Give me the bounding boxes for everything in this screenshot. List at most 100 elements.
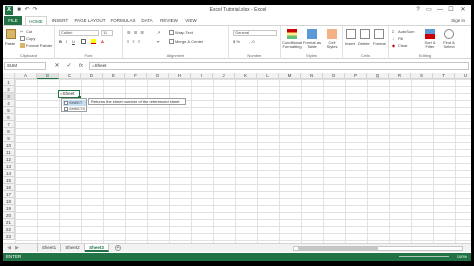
cell-styles-button[interactable]: Cell Styles (323, 41, 341, 49)
row-header-10[interactable]: 10 (3, 142, 15, 149)
tab-home[interactable]: HOME (25, 16, 47, 25)
vertical-align-buttons[interactable]: ☰ ☰ ☰ (127, 30, 145, 35)
tab-formulas[interactable]: FORMULAS (109, 16, 137, 25)
row-header-19[interactable]: 19 (3, 205, 15, 212)
row-header-3[interactable]: 3 (3, 93, 15, 100)
number-label: Number (247, 53, 262, 58)
autosum-label: AutoSum (398, 29, 415, 34)
border-button[interactable] (81, 39, 87, 45)
sign-in-link[interactable]: Sign in (451, 16, 465, 25)
find-select-button[interactable]: Find & Select (439, 41, 459, 49)
font-name-select[interactable]: Calibri (59, 30, 99, 36)
insert-button[interactable]: Insert (345, 41, 355, 46)
row-header-18[interactable]: 18 (3, 198, 15, 205)
row-header-12[interactable]: 12 (3, 156, 15, 163)
zoom-slider[interactable] (399, 256, 449, 257)
bold-button[interactable]: B (59, 39, 62, 44)
row-header-14[interactable]: 14 (3, 170, 15, 177)
minimize-button[interactable]: — (435, 6, 445, 14)
row-header-15[interactable]: 15 (3, 177, 15, 184)
spreadsheet-grid: ABCDEFGHIJKLMNOPQRSTU 1 2 3 4 5 6 7 8 9 10 11 12 13 1… (3, 73, 471, 243)
ribbon-display-button[interactable]: ▭ (424, 6, 434, 14)
redo-icon[interactable]: ↷ (32, 7, 38, 13)
next-sheet-icon[interactable]: ▶ (14, 245, 20, 251)
conditional-formatting-button[interactable]: Conditional Formatting (282, 41, 302, 49)
cancel-icon[interactable]: ✕ (53, 62, 61, 70)
tab-review[interactable]: REVIEW (158, 16, 180, 25)
format-as-table-button[interactable]: Format as Table (302, 41, 322, 49)
row-header-16[interactable]: 16 (3, 184, 15, 191)
sheet-tab-bar: ◀ ▶ Sheet1 Sheet2 Sheet3 + (3, 243, 471, 252)
function-autocomplete: SHEET SHEETS (61, 98, 87, 112)
font-size-select[interactable]: 11 (101, 30, 113, 36)
scrollbar-thumb[interactable] (298, 247, 378, 250)
active-cell-b3[interactable]: =Sheet (58, 90, 81, 99)
tab-file[interactable]: FILE (4, 16, 22, 25)
format-painter-button[interactable]: Format Painter (20, 43, 52, 49)
font-color-button[interactable]: A (101, 39, 104, 44)
row-header-2[interactable]: 2 (3, 86, 15, 93)
horizontal-scrollbar[interactable] (293, 246, 463, 251)
tab-view[interactable]: VIEW (183, 16, 199, 25)
delete-button[interactable]: Delete (358, 41, 370, 46)
cut-button[interactable]: ✂ Cut (20, 29, 32, 34)
enter-icon[interactable]: ✓ (65, 62, 73, 70)
tab-page-layout[interactable]: PAGE LAYOUT (73, 16, 107, 25)
sheet-tab-sheet1[interactable]: Sheet1 (37, 244, 61, 252)
comma-button[interactable]: , .0 (249, 39, 255, 44)
wrap-text-button[interactable]: Wrap Text (169, 30, 193, 36)
sort-filter-button[interactable]: Sort & Filter (422, 41, 438, 49)
function-tooltip: Returns the sheet number of the referenc… (88, 98, 186, 105)
row-header-13[interactable]: 13 (3, 163, 15, 170)
name-box[interactable]: SUM (4, 62, 46, 70)
autosum-button[interactable]: Σ AutoSum (392, 29, 414, 34)
maximize-button[interactable]: ☐ (446, 6, 456, 14)
paste-button[interactable]: Paste (5, 41, 15, 46)
copy-button[interactable]: Copy (20, 36, 35, 42)
cells-label: Cells (361, 53, 370, 58)
row-header-21[interactable]: 21 (3, 219, 15, 226)
row-header-22[interactable]: 22 (3, 226, 15, 233)
row-header-11[interactable]: 11 (3, 149, 15, 156)
underline-button[interactable]: U (72, 39, 75, 44)
row-header-8[interactable]: 8 (3, 128, 15, 135)
currency-button[interactable]: $ % (233, 39, 240, 44)
row-header-9[interactable]: 9 (3, 135, 15, 142)
merge-center-label: Merge & Center (175, 39, 204, 44)
help-button[interactable]: ? (413, 6, 423, 14)
row-header-4[interactable]: 4 (3, 100, 15, 107)
row-header-17[interactable]: 17 (3, 191, 15, 198)
formula-input[interactable]: =Sheet (89, 62, 469, 70)
undo-icon[interactable]: ↶ (24, 7, 30, 13)
orientation-button[interactable]: ↗ (157, 30, 163, 35)
row-header-1[interactable]: 1 (3, 79, 15, 86)
excel-logo-icon: X (5, 6, 13, 15)
row-header-7[interactable]: 7 (3, 121, 15, 128)
insert-function-icon[interactable]: fx (77, 62, 85, 70)
row-header-23[interactable]: 23 (3, 233, 15, 240)
fill-button[interactable]: ↓ Fill (392, 36, 403, 41)
row-header-20[interactable]: 20 (3, 212, 15, 219)
row-header-6[interactable]: 6 (3, 114, 15, 121)
add-sheet-button[interactable]: + (115, 245, 121, 251)
indent-buttons[interactable]: ⇤ (157, 39, 163, 44)
zoom-level[interactable]: 100% (457, 253, 467, 261)
autocomplete-item-sheets[interactable]: SHEETS (63, 106, 86, 112)
tab-insert[interactable]: INSERT (49, 16, 71, 25)
sheet-tab-sheet2[interactable]: Sheet2 (61, 244, 85, 252)
number-format-select[interactable]: General (233, 30, 277, 36)
merge-center-button[interactable]: Merge & Center (169, 39, 204, 45)
clear-button[interactable]: ◆ Clear (392, 43, 408, 48)
sheet-tab-sheet3[interactable]: Sheet3 (85, 244, 109, 252)
italic-button[interactable]: I (66, 39, 67, 44)
prev-sheet-icon[interactable]: ◀ (6, 245, 12, 251)
save-icon[interactable]: ■ (16, 7, 22, 13)
wrap-text-label: Wrap Text (175, 30, 193, 35)
format-table-icon (307, 29, 317, 39)
tab-data[interactable]: DATA (139, 16, 155, 25)
fill-color-button[interactable] (91, 39, 97, 45)
horizontal-align-buttons[interactable]: ≡ ≡ ≡ (127, 39, 141, 44)
row-header-5[interactable]: 5 (3, 107, 15, 114)
format-button[interactable]: Format (373, 41, 386, 46)
close-button[interactable]: ✕ (458, 6, 468, 14)
